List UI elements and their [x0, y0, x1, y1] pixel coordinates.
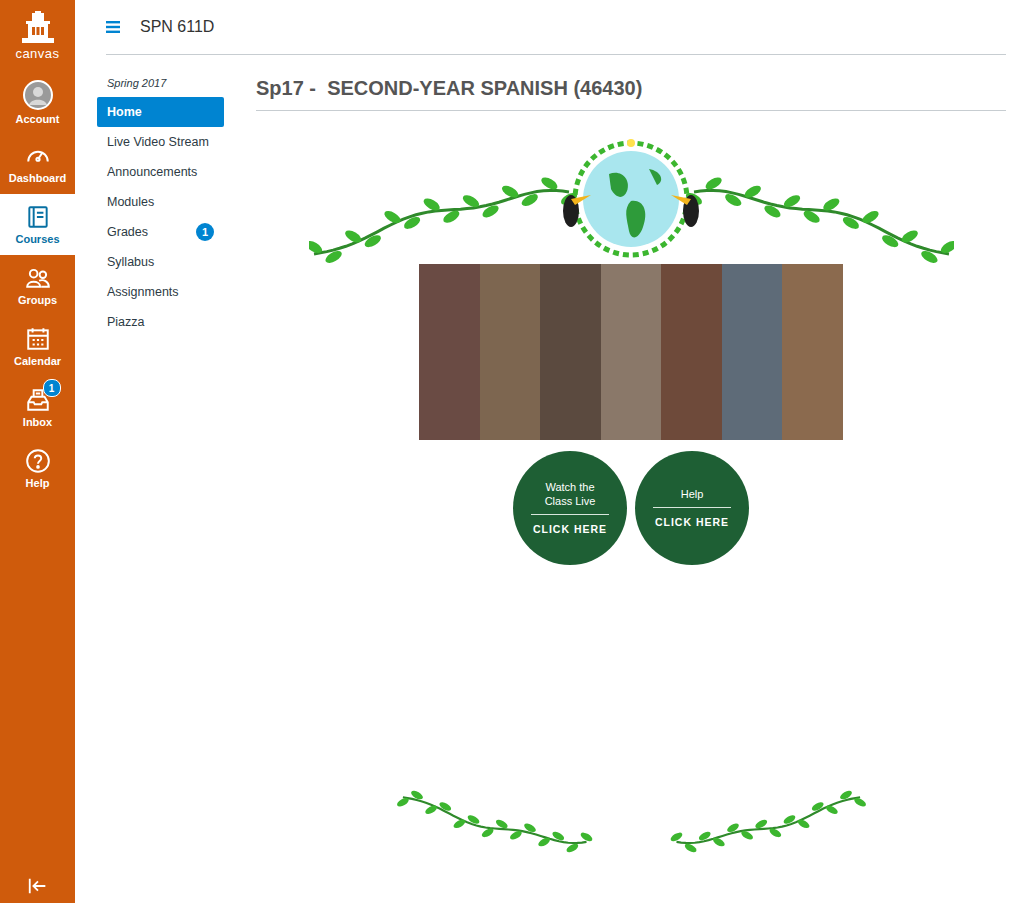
page-title: Sp17 - SECOND-YEAR SPANISH (46430)	[256, 55, 1006, 111]
global-nav-item[interactable]: Courses	[0, 194, 75, 255]
toucan-icon	[563, 195, 591, 227]
people-photo	[419, 264, 843, 440]
grades-badge: 1	[196, 223, 214, 241]
global-nav-item[interactable]: Account	[0, 72, 75, 133]
button-row: Watch the Class LiveCLICK HEREHelpCLICK …	[513, 451, 749, 565]
vine-bottom-icon	[309, 790, 954, 880]
canvas-logo[interactable]: canvas	[0, 0, 75, 72]
course-nav-item[interactable]: Live Video Stream	[97, 127, 224, 157]
course-header: SPN 611D	[106, 0, 1006, 55]
circle-link-button[interactable]: HelpCLICK HERE	[635, 451, 749, 565]
globe-icon	[575, 139, 687, 255]
collapse-nav-button[interactable]	[0, 869, 75, 903]
calendar-icon	[25, 326, 51, 352]
course-code[interactable]: SPN 611D	[140, 18, 214, 36]
avatar-icon	[23, 80, 53, 110]
course-nav-item[interactable]: Assignments	[97, 277, 224, 307]
course-nav: Spring 2017HomeLive Video StreamAnnounce…	[97, 55, 224, 903]
global-nav: canvasAccountDashboardCoursesGroupsCalen…	[0, 0, 75, 903]
main-area: SPN 611D Spring 2017HomeLive Video Stream…	[75, 0, 1024, 903]
global-nav-item[interactable]: Calendar	[0, 316, 75, 377]
term-label: Spring 2017	[97, 77, 224, 97]
global-nav-item[interactable]: Help	[0, 438, 75, 499]
course-body: Spring 2017HomeLive Video StreamAnnounce…	[75, 55, 1024, 903]
page-content: Sp17 - SECOND-YEAR SPANISH (46430) Watch …	[256, 55, 1006, 903]
course-nav-item[interactable]: Announcements	[97, 157, 224, 187]
course-nav-item[interactable]: Home	[97, 97, 224, 127]
vine-top-icon	[309, 139, 954, 264]
canvas-app: canvasAccountDashboardCoursesGroupsCalen…	[0, 0, 1024, 903]
global-nav-item[interactable]: Dashboard	[0, 133, 75, 194]
inbox-badge: 1	[43, 379, 61, 397]
collapse-arrow-icon	[27, 875, 49, 897]
circle-link-button[interactable]: Watch the Class LiveCLICK HERE	[513, 451, 627, 565]
dashboard-icon	[25, 143, 51, 169]
banner: Watch the Class LiveCLICK HEREHelpCLICK …	[256, 111, 1006, 880]
building-icon	[18, 11, 58, 45]
course-nav-item[interactable]: Modules	[97, 187, 224, 217]
course-nav-item[interactable]: Piazza	[97, 307, 224, 337]
help-icon	[25, 448, 51, 474]
hamburger-icon[interactable]	[106, 21, 120, 33]
global-nav-item[interactable]: Groups	[0, 255, 75, 316]
course-nav-item[interactable]: Syllabus	[97, 247, 224, 277]
toucan-icon	[671, 195, 699, 227]
groups-icon	[25, 265, 51, 291]
course-nav-item[interactable]: Grades1	[97, 217, 224, 247]
courses-icon	[25, 204, 51, 230]
global-nav-item[interactable]: 1Inbox	[0, 377, 75, 438]
